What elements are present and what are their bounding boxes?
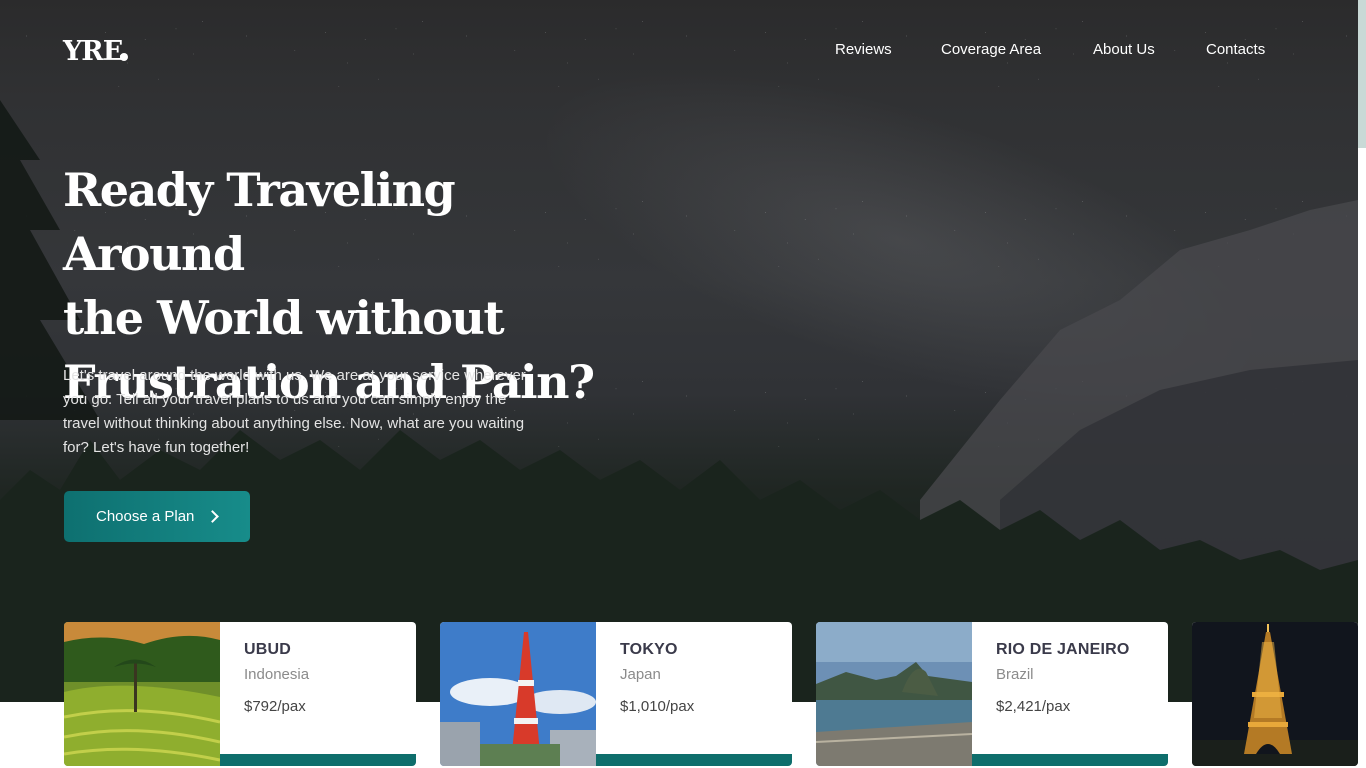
destination-city: UBUD [244, 641, 292, 658]
destination-country: Japan [620, 666, 661, 683]
destination-card-tokyo[interactable]: TOKYO Japan $1,010/pax [440, 622, 792, 766]
card-accent-bar [972, 754, 1168, 766]
hero-description: Let's travel around the world with us. W… [63, 367, 526, 456]
destination-card-rio-de-janeiro[interactable]: RIO DE JANEIRO Brazil $2,421/pax [816, 622, 1168, 766]
nav-link-about-us[interactable]: About Us [1093, 41, 1155, 61]
card-accent-bar [220, 754, 416, 766]
nav-link-reviews[interactable]: Reviews [835, 41, 892, 61]
destination-city: TOKYO [620, 641, 678, 658]
destination-city: RIO DE JANEIRO [996, 641, 1130, 658]
nav-link-contacts[interactable]: Contacts [1206, 41, 1265, 61]
chevron-right-icon [206, 510, 220, 523]
headline-line: Ready Traveling Around [63, 163, 456, 281]
card-accent-bar [596, 754, 792, 766]
choose-plan-button[interactable]: Choose a Plan [64, 491, 250, 542]
destination-card-ubud[interactable]: UBUD Indonesia $792/pax [64, 622, 416, 766]
destination-price: $792/pax [244, 698, 306, 715]
choose-plan-label: Choose a Plan [96, 508, 195, 525]
destination-price: $2,421/pax [996, 698, 1071, 715]
destination-card-paris[interactable] [1192, 622, 1358, 766]
destination-country: Indonesia [244, 666, 310, 683]
brand-logo-dot [120, 53, 128, 61]
destination-price: $1,010/pax [620, 698, 695, 715]
nav-link-coverage-area[interactable]: Coverage Area [941, 41, 1041, 61]
brand-logo[interactable]: YRE [63, 36, 123, 67]
rio-sugarloaf-image [816, 622, 972, 766]
ubud-rice-terrace-image [64, 622, 220, 766]
tokyo-tower-image [440, 622, 596, 766]
eiffel-tower-image [1192, 622, 1358, 766]
scrollbar-track[interactable] [1358, 0, 1366, 148]
headline-line: the World without [63, 291, 505, 345]
destination-country: Brazil [996, 666, 1034, 683]
